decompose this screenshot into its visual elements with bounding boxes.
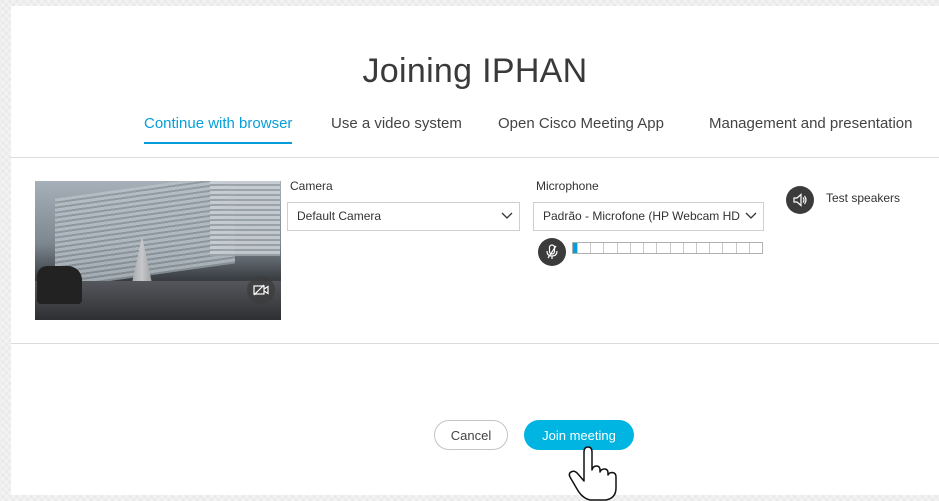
- page-title: Joining IPHAN: [362, 52, 588, 90]
- microphone-select-value: Padrão - Microfone (HP Webcam HD: [543, 209, 740, 223]
- tab-use-video-system[interactable]: Use a video system: [331, 115, 462, 132]
- chevron-down-icon: [745, 212, 757, 219]
- camera-label: Camera: [290, 179, 333, 193]
- speaker-icon: [793, 193, 807, 207]
- microphone-level-meter: [572, 242, 763, 254]
- microphone-label: Microphone: [536, 179, 599, 193]
- camera-select-value: Default Camera: [297, 209, 382, 223]
- tab-continue-with-browser[interactable]: Continue with browser: [144, 115, 293, 144]
- divider-bottom: [11, 343, 939, 344]
- divider-top: [11, 157, 939, 158]
- hand-pointer-cursor-icon: [568, 446, 617, 501]
- join-dialog: Joining IPHAN Continue with browser Use …: [11, 6, 939, 501]
- chevron-down-icon: [501, 212, 513, 219]
- camera-select[interactable]: Default Camera: [287, 202, 520, 231]
- microphone-select[interactable]: Padrão - Microfone (HP Webcam HD: [533, 202, 764, 231]
- test-speakers-label[interactable]: Test speakers: [826, 191, 900, 205]
- cancel-button[interactable]: Cancel: [434, 420, 508, 450]
- test-speakers-button[interactable]: [786, 186, 814, 214]
- tab-management-and-presentation[interactable]: Management and presentation: [709, 115, 912, 132]
- microphone-mute-button[interactable]: [538, 238, 566, 266]
- tab-open-cisco-meeting-app[interactable]: Open Cisco Meeting App: [498, 115, 664, 132]
- camera-off-icon[interactable]: [247, 276, 275, 304]
- microphone-muted-icon: [546, 244, 558, 259]
- camera-preview: [35, 181, 281, 320]
